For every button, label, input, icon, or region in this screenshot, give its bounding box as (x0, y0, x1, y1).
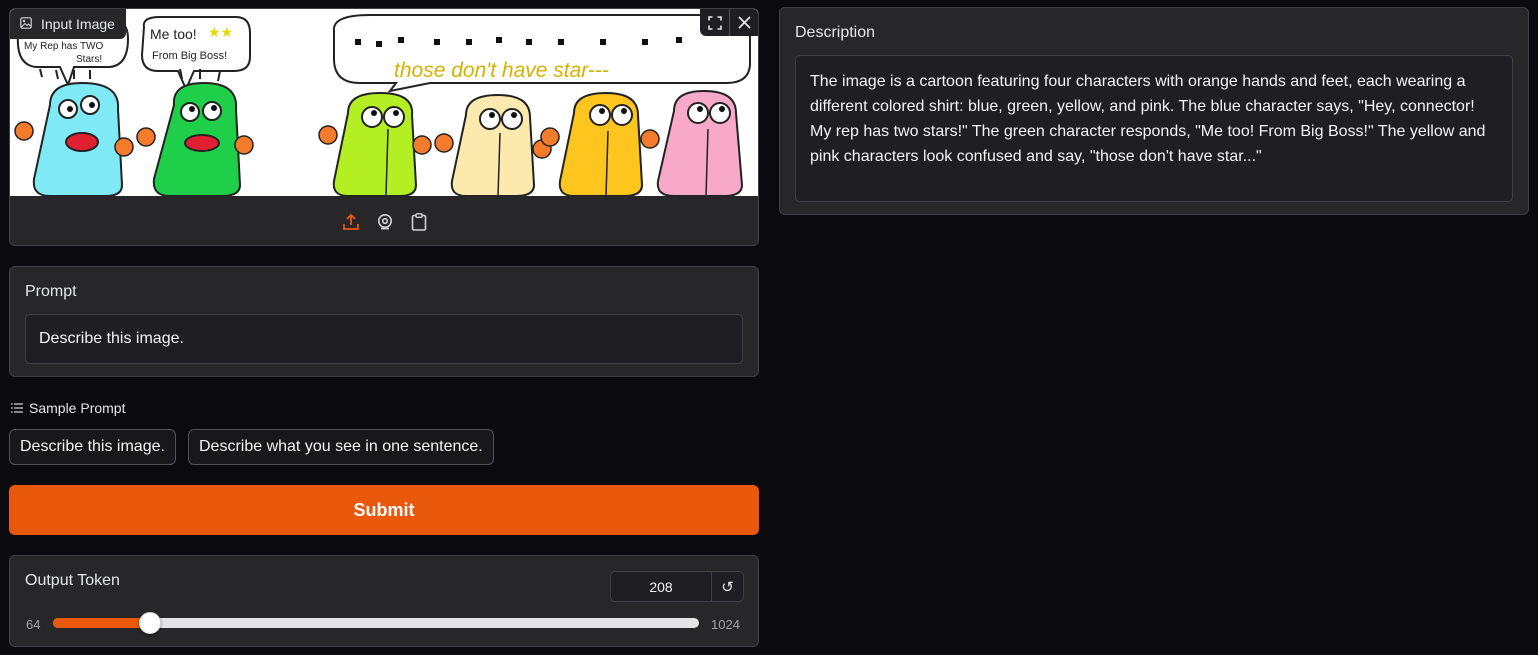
description-output[interactable]: The image is a cartoon featuring four ch… (795, 55, 1513, 202)
image-source-bar (10, 196, 758, 245)
reset-icon[interactable]: ↺ (711, 572, 743, 601)
output-token-label: Output Token (25, 572, 120, 589)
output-token-slider[interactable] (53, 612, 699, 634)
description-label: Description (795, 24, 876, 41)
input-image-label: Input Image (10, 9, 126, 39)
prompt-panel: Prompt (9, 266, 759, 377)
output-token-panel: Output Token ↺ 64 1024 (9, 555, 759, 647)
bubble-1-line-2: Stars! (76, 54, 102, 65)
upload-icon[interactable] (341, 212, 361, 232)
slider-thumb[interactable] (139, 612, 161, 634)
sample-prompt-button-2[interactable]: Describe what you see in one sentence. (188, 429, 494, 465)
bubble-1-line-1: My Rep has TWO (24, 41, 103, 52)
slider-min-label: 64 (26, 617, 41, 632)
submit-button[interactable]: Submit (9, 485, 759, 535)
image-toolbar (700, 9, 758, 36)
close-icon[interactable] (729, 9, 758, 36)
webcam-icon[interactable] (375, 212, 395, 232)
input-image-title: Input Image (41, 16, 115, 32)
output-token-input[interactable] (611, 572, 711, 601)
output-token-number-box: ↺ (610, 571, 744, 602)
sample-prompt-title: Sample Prompt (29, 400, 126, 416)
prompt-label: Prompt (25, 283, 77, 300)
prompt-input[interactable] (25, 314, 743, 364)
bubble-2-line-1: Me too! (150, 26, 197, 42)
image-icon (20, 16, 32, 32)
bubble-2-line-2: From Big Boss! (152, 50, 227, 62)
input-image-panel: My Rep has TWO Stars! Me too! ★★ From Bi… (9, 8, 759, 246)
bubble-3-text: those don't have star--- (394, 59, 609, 82)
star-icon: ★★ (208, 24, 233, 40)
fullscreen-icon[interactable] (700, 9, 729, 36)
sample-prompt-button-1[interactable]: Describe this image. (9, 429, 176, 465)
slider-fill (53, 618, 150, 628)
description-panel: Description The image is a cartoon featu… (779, 7, 1529, 215)
list-icon (11, 400, 23, 416)
slider-max-label: 1024 (711, 617, 740, 632)
sample-prompt-header: Sample Prompt (11, 400, 125, 416)
clipboard-icon[interactable] (409, 212, 429, 232)
